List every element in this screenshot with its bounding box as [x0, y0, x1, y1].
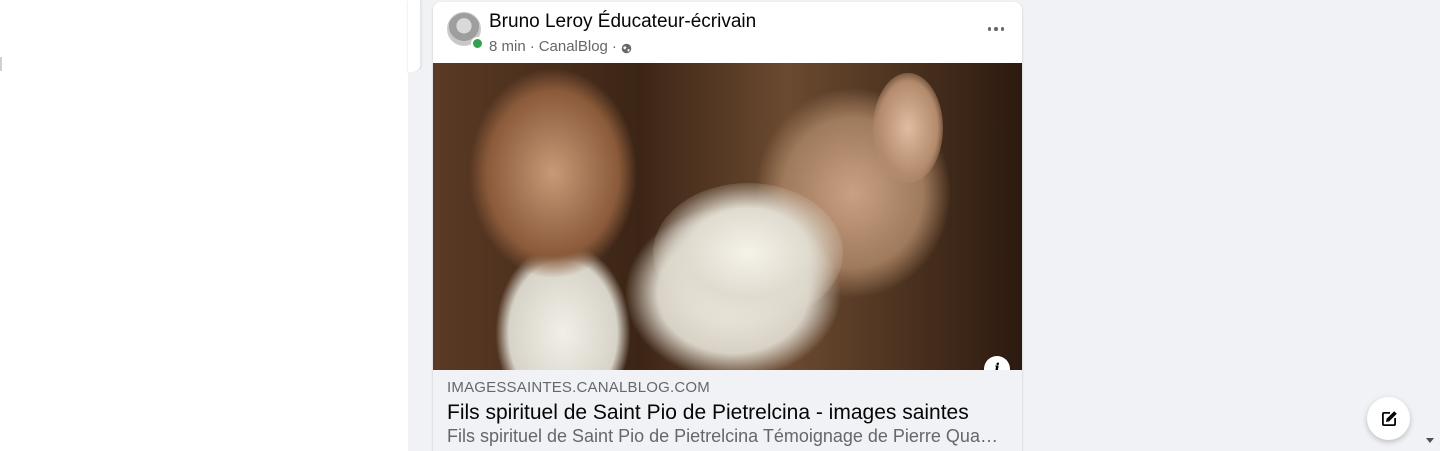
more-dot	[994, 27, 998, 31]
link-domain: IMAGESSAINTES.CANALBLOG.COM	[447, 379, 710, 396]
online-status-icon	[471, 37, 484, 50]
left-panel	[0, 0, 421, 451]
left-panel-gap	[408, 72, 420, 451]
post-author[interactable]: Bruno Leroy Éducateur-écrivain	[489, 11, 756, 33]
link-preview-image[interactable]: i	[433, 63, 1022, 370]
meta-separator-2: ·	[611, 38, 617, 55]
more-options-icon[interactable]	[982, 16, 1010, 42]
left-panel-fold	[408, 0, 421, 72]
link-preview[interactable]: IMAGESSAINTES.CANALBLOG.COM Fils spiritu…	[433, 370, 1022, 451]
photo-detail	[873, 73, 943, 183]
post-time[interactable]: 8 min	[489, 38, 526, 55]
scrollbar[interactable]	[1424, 0, 1440, 451]
globe-icon[interactable]	[621, 43, 632, 54]
left-panel-edge	[0, 57, 2, 71]
meta-separator: ·	[529, 38, 535, 55]
more-dot	[1000, 27, 1005, 31]
scroll-down-icon[interactable]	[1426, 438, 1434, 443]
info-icon[interactable]: i	[984, 356, 1010, 370]
link-description: Fils spirituel de Saint Pio de Pietrelci…	[447, 426, 1003, 446]
link-title[interactable]: Fils spirituel de Saint Pio de Pietrelci…	[447, 401, 969, 425]
photo-detail	[653, 183, 843, 323]
post-meta: 8 min · CanalBlog ·	[489, 38, 632, 55]
post-source[interactable]: CanalBlog	[539, 38, 608, 55]
post-card: Bruno Leroy Éducateur-écrivain 8 min · C…	[433, 2, 1022, 451]
more-dot	[987, 27, 992, 31]
feed-page: Bruno Leroy Éducateur-écrivain 8 min · C…	[0, 0, 1440, 451]
post-header: Bruno Leroy Éducateur-écrivain 8 min · C…	[433, 2, 1022, 63]
compose-icon	[1381, 410, 1397, 426]
compose-button[interactable]	[1367, 397, 1410, 440]
